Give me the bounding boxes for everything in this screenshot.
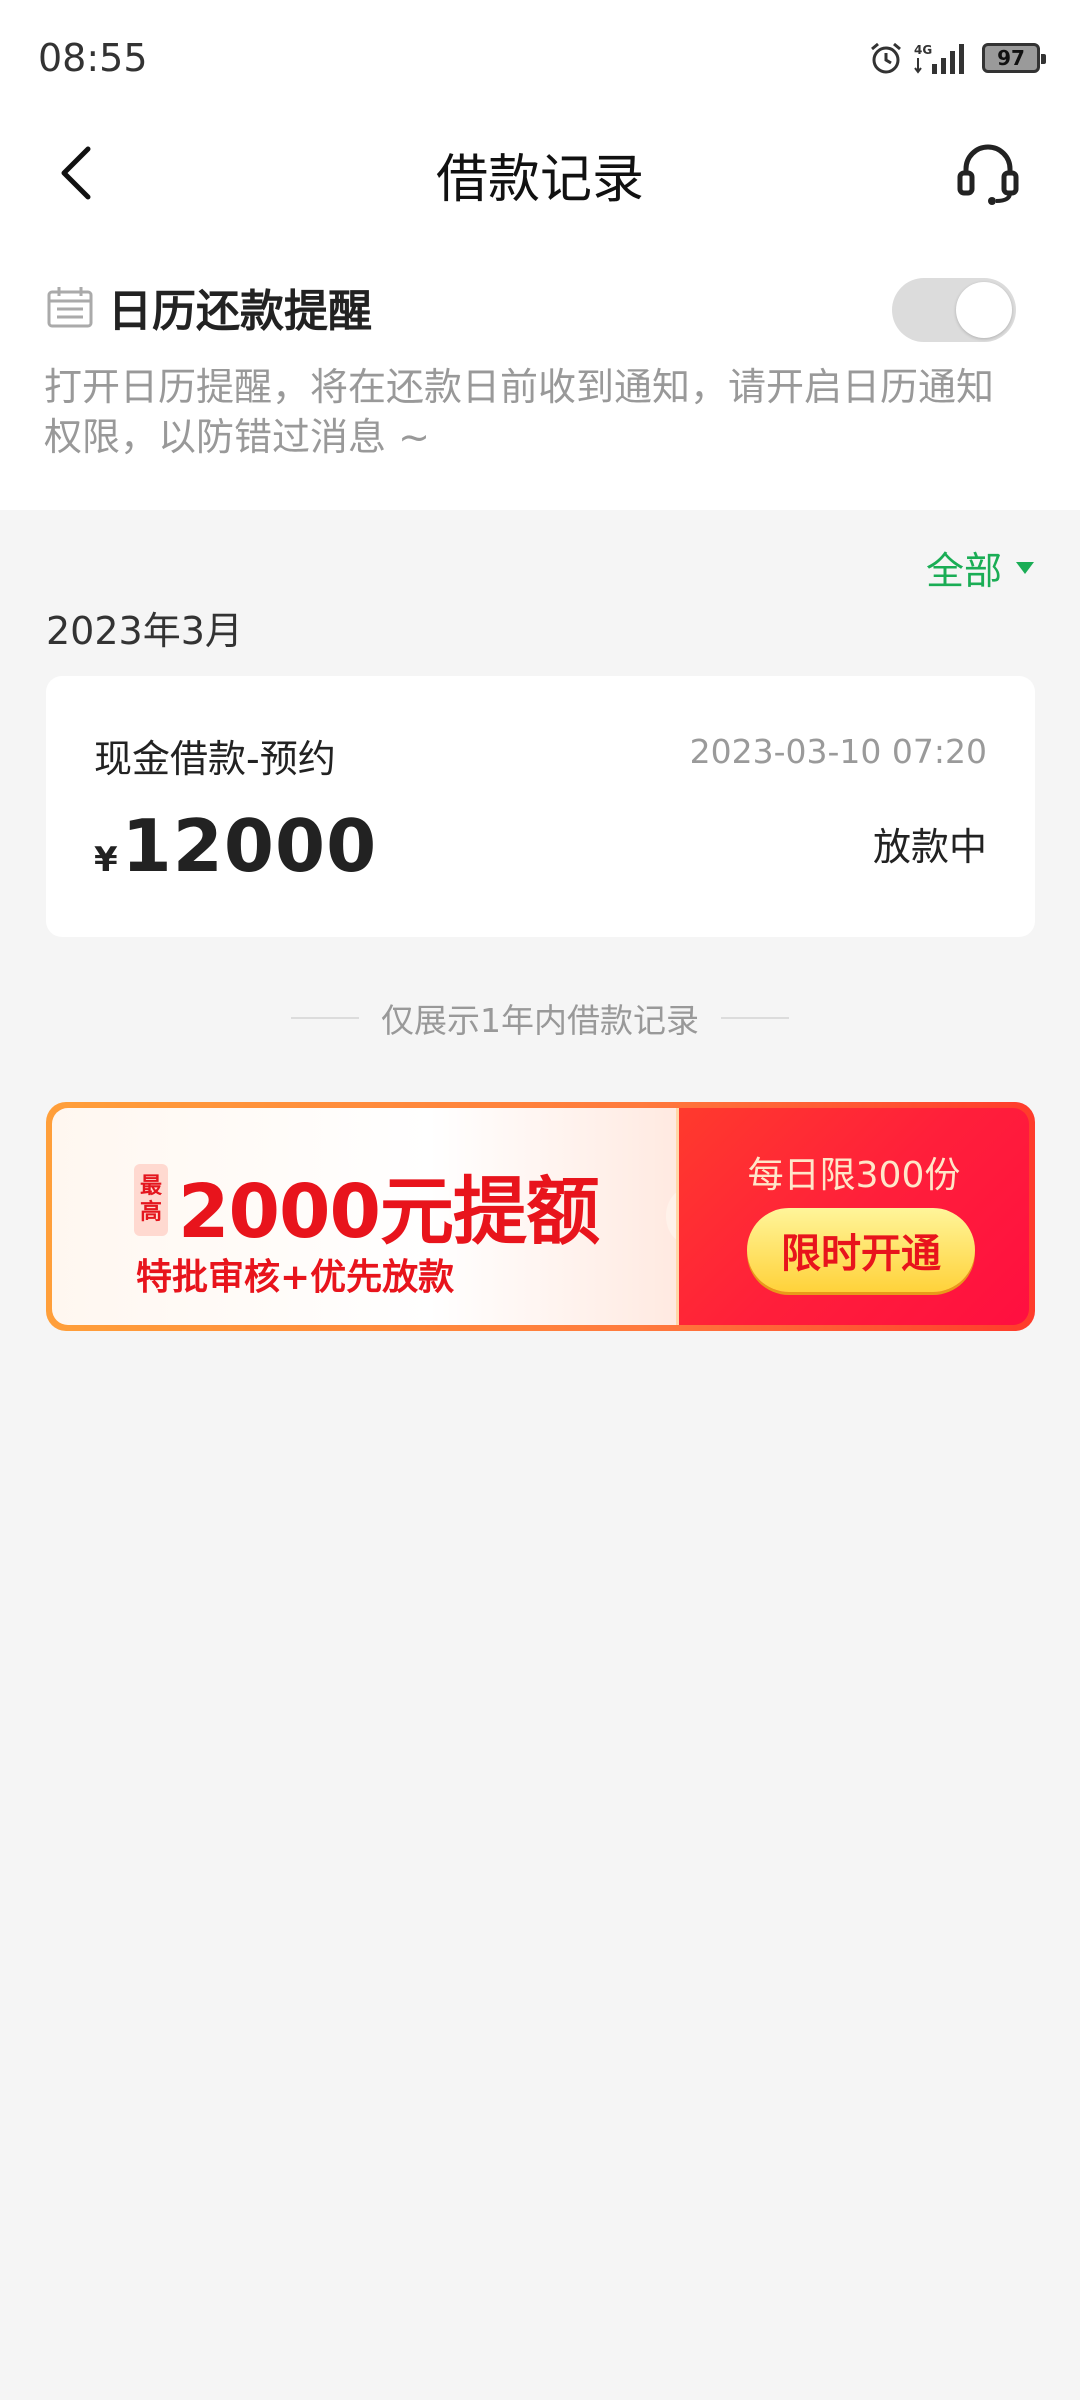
banner-right-panel: 每日限300份 限时开通: [676, 1108, 1029, 1325]
loan-datetime: 2023-03-10 07:20: [689, 732, 987, 771]
battery-level: 97: [997, 45, 1025, 70]
promo-banner[interactable]: 最 高 2000元提额 特批审核+优先放款 每日限300份 限时开通: [46, 1102, 1035, 1331]
reminder-header: 日历还款提醒: [46, 275, 372, 339]
banner-tag: 最 高: [134, 1164, 168, 1236]
banner-headline: 2000元提额: [178, 1169, 600, 1255]
reminder-toggle[interactable]: [892, 278, 1016, 342]
note-text: 仅展示1年内借款记录: [381, 1001, 699, 1040]
page-title: 借款记录: [435, 150, 644, 210]
loan-status: 放款中: [872, 825, 987, 869]
activate-now-button[interactable]: 限时开通: [747, 1208, 975, 1292]
banner-limit-text: 每日限300份: [747, 1155, 961, 1196]
banner-left-panel: 最 高 2000元提额 特批审核+优先放款: [52, 1108, 682, 1325]
loan-amount: ¥ 12000: [94, 804, 377, 888]
headset-icon: [957, 144, 1019, 205]
status-time: 08:55: [38, 35, 148, 80]
calendar-reminder-section: 日历还款提醒 打开日历提醒，将在还款日前收到通知，请开启日历通知权限，以防错过消…: [0, 230, 1080, 510]
loan-type: 现金借款-预约: [94, 737, 336, 781]
banner-tag-bottom: 高: [139, 1200, 162, 1225]
nav-bar: 借款记录: [0, 115, 1080, 230]
currency-symbol: ¥: [94, 840, 118, 880]
status-icons: 4G 97: [868, 40, 1046, 76]
divider-left: [291, 1017, 359, 1019]
divider-right: [721, 1017, 789, 1019]
battery-indicator: 97: [982, 42, 1046, 73]
reminder-description: 打开日历提醒，将在还款日前收到通知，请开启日历通知权限，以防错过消息 ~: [44, 365, 995, 459]
amount-value: 12000: [121, 804, 378, 888]
reminder-title: 日历还款提醒: [108, 286, 372, 337]
signal-icon: 4G: [914, 40, 972, 76]
caret-down-icon: [1016, 561, 1034, 574]
banner-tag-top: 最: [139, 1174, 162, 1199]
loan-records-page: 08:55 4G 97 借款记录 日历还款提醒 打开日历提醒，将在还款日前收到通…: [0, 0, 1080, 2400]
filter-label: 全部: [925, 549, 1002, 593]
status-bar: 08:55 4G 97: [0, 0, 1080, 115]
loan-record-card[interactable]: 现金借款-预约 2023-03-10 07:20 ¥ 12000 放款中: [46, 676, 1035, 937]
month-header: 2023年3月: [46, 609, 243, 653]
toggle-knob: [956, 282, 1012, 338]
calendar-icon: [47, 287, 93, 328]
svg-text:4G: 4G: [914, 43, 932, 57]
filter-dropdown[interactable]: 全部: [926, 540, 1034, 595]
banner-subline: 特批审核+优先放款: [136, 1257, 455, 1298]
records-range-note: 仅展示1年内借款记录: [0, 994, 1080, 1042]
customer-service-button[interactable]: [952, 137, 1024, 209]
alarm-icon: [868, 40, 904, 76]
